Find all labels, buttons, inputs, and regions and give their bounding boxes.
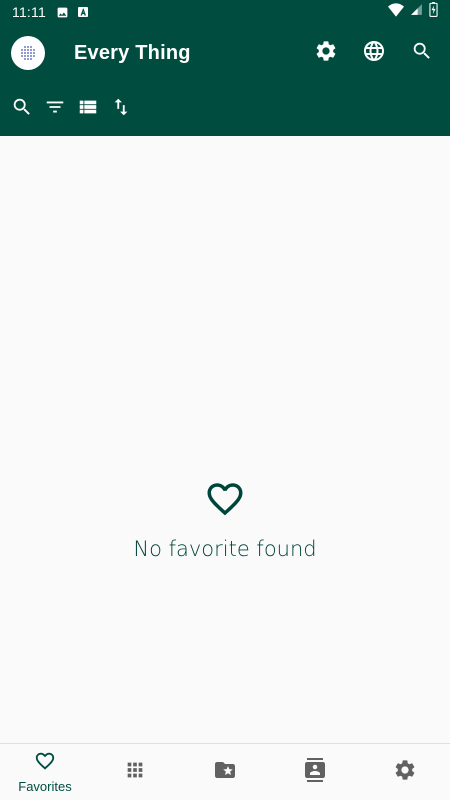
- app-bar: Every Thing: [0, 24, 450, 82]
- heart-outline-icon: [34, 750, 56, 777]
- search-icon: [411, 40, 433, 67]
- search-button[interactable]: [398, 29, 446, 77]
- language-button[interactable]: [350, 29, 398, 77]
- empty-state-message: No favorite found: [133, 537, 317, 561]
- empty-state: No favorite found: [0, 478, 450, 561]
- filter-search-button[interactable]: [6, 89, 38, 129]
- bottom-navigation: Favorites: [0, 743, 450, 800]
- wifi-icon: [388, 2, 404, 22]
- sort-button[interactable]: [105, 89, 137, 129]
- status-time: 11:11: [12, 4, 46, 20]
- nav-folders[interactable]: [180, 744, 270, 800]
- contacts-icon: [303, 757, 327, 787]
- battery-icon: [429, 2, 438, 22]
- nav-settings[interactable]: [360, 744, 450, 800]
- globe-icon: [362, 39, 386, 68]
- settings-icon: [314, 39, 338, 68]
- nav-favorites-label: Favorites: [18, 779, 72, 794]
- image-icon: [56, 6, 69, 19]
- app-logo[interactable]: [11, 36, 45, 70]
- search-icon: [11, 96, 33, 123]
- status-bar: 11:11: [0, 0, 450, 24]
- font-icon: [77, 6, 89, 18]
- list-view-button[interactable]: [72, 89, 104, 129]
- apps-grid-icon: [124, 759, 146, 786]
- folder-star-icon: [213, 758, 237, 787]
- sort-icon: [110, 96, 132, 123]
- secondary-toolbar: [0, 82, 450, 136]
- nav-apps[interactable]: [90, 744, 180, 800]
- filter-icon: [44, 96, 66, 123]
- nav-contacts[interactable]: [270, 744, 360, 800]
- heart-outline-icon: [204, 478, 246, 525]
- settings-button[interactable]: [302, 29, 350, 77]
- settings-icon: [393, 758, 417, 787]
- list-view-icon: [77, 96, 99, 123]
- nav-favorites[interactable]: Favorites: [0, 744, 90, 800]
- signal-icon: [410, 3, 423, 21]
- filter-button[interactable]: [39, 89, 71, 129]
- app-title: Every Thing: [74, 41, 191, 64]
